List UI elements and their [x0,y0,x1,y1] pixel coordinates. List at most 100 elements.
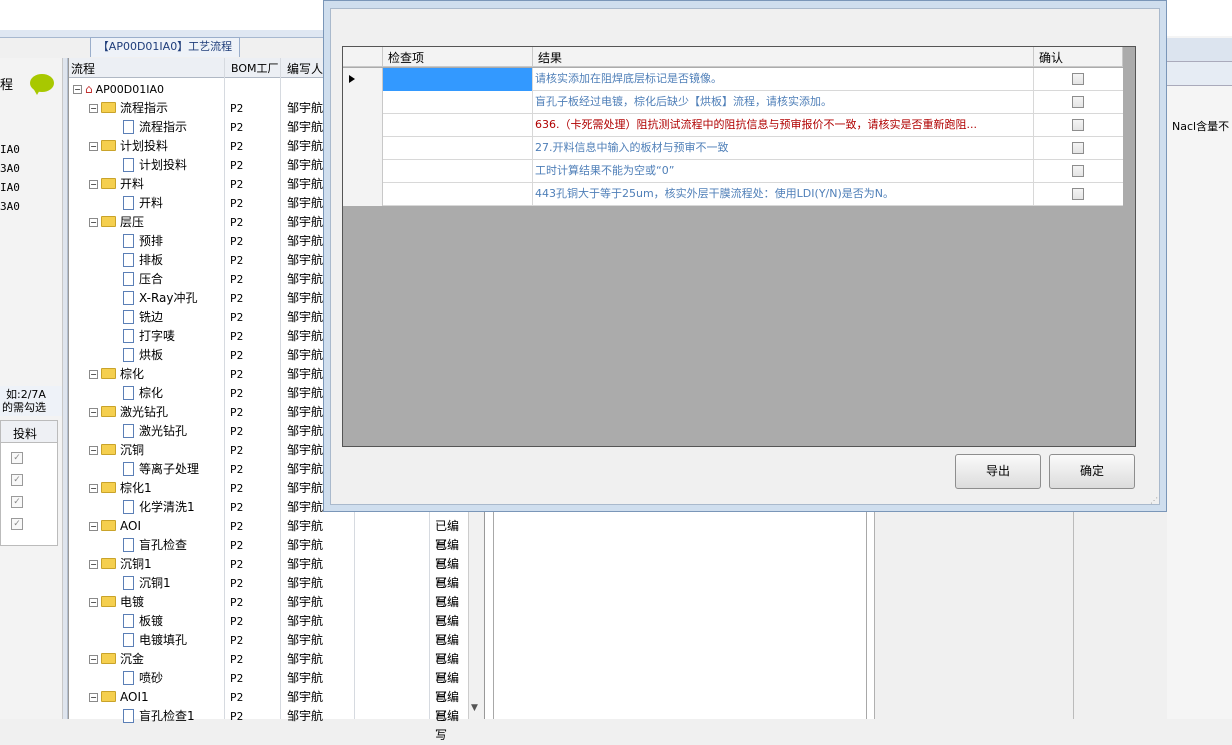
left-grid-checkbox[interactable]: ✓ [11,496,23,508]
tree-row[interactable]: 盲孔检查 P2 邹宇航 已编写 [69,536,469,571]
folder-icon [101,140,116,151]
cell-result[interactable]: 443孔铜大于等于25um，核实外层干膜流程处：使用LDI(Y/N)是否为N。 [533,183,1034,206]
cell-confirm[interactable] [1034,160,1123,183]
tree-root[interactable]: − ⌂ AP00D01IA0 [73,80,164,99]
cell-result[interactable]: 636.（卡死需处理）阻抗测试流程中的阻抗信息与预审报价不一致，请核实是否重新跑… [533,114,1034,137]
left-code: 3A0 [0,162,20,175]
tree-row-label: 铣边 [139,310,164,324]
collapse-icon[interactable]: − [89,408,98,417]
cell-check-item[interactable] [383,68,533,91]
tree-row[interactable]: 沉铜1 P2 邹宇航 已编写 [69,574,469,609]
confirm-checkbox[interactable] [1072,119,1084,131]
main-tab[interactable]: 【AP00D01IA0】工艺流程 [90,37,240,57]
header-flow[interactable]: 流程 [71,60,95,77]
tree-row-label: 排板 [139,253,164,267]
tree-row-author: 邹宇航 [287,329,324,343]
ok-button[interactable]: 确定 [1049,454,1135,489]
cell-confirm[interactable] [1034,183,1123,206]
folder-icon [101,444,116,455]
grid-row[interactable]: 27.开料信息中输入的板材与预审不一致 [343,137,1123,160]
cell-check-item[interactable] [383,91,533,114]
collapse-icon[interactable]: − [89,446,98,455]
left-grid-checkbox[interactable]: ✓ [11,474,23,486]
tree-row-plant: P2 [230,653,244,666]
row-header[interactable] [343,68,383,91]
header-confirm[interactable]: 确认 [1034,47,1123,67]
collapse-icon[interactable]: − [89,522,98,531]
cell-result[interactable]: 27.开料信息中输入的板材与预审不一致 [533,137,1034,160]
document-icon [123,671,134,685]
collapse-icon[interactable]: − [89,598,98,607]
collapse-icon[interactable]: − [89,370,98,379]
header-author[interactable]: 编写人 [287,60,323,77]
cell-check-item[interactable] [383,160,533,183]
tree-row-author: 邹宇航 [287,158,324,172]
tree-row[interactable]: − AOI P2 邹宇航 已编写 [69,517,469,552]
grid-row[interactable]: 请核实添加在阻焊底层标记是否镜像。 [343,68,1123,91]
confirm-checkbox[interactable] [1072,165,1084,177]
scroll-down-icon[interactable]: ▼ [471,703,478,713]
confirm-checkbox[interactable] [1072,73,1084,85]
left-grid-checkbox[interactable]: ✓ [11,518,23,530]
cell-result[interactable]: 请核实添加在阻焊底层标记是否镜像。 [533,68,1034,91]
tree-row-label: 电镀填孔 [139,633,188,647]
collapse-icon[interactable]: − [89,142,98,151]
cell-result[interactable]: 盲孔子板经过电镀，棕化后缺少【烘板】流程，请核实添加。 [533,91,1034,114]
resize-grip-icon[interactable]: ⋰ [1150,496,1158,505]
cell-confirm[interactable] [1034,137,1123,160]
export-button[interactable]: 导出 [955,454,1041,489]
header-result[interactable]: 结果 [533,47,1034,67]
tree-row-label: 等离子处理 [139,462,200,476]
tree-row[interactable]: − 沉铜1 P2 邹宇航 已编写 [69,555,469,590]
tree-row-label: 沉铜1 [139,576,171,590]
tree-row[interactable]: 盲孔检查1 P2 邹宇航 已编写 [69,707,469,742]
row-header[interactable] [343,91,383,114]
grid-row[interactable]: 636.（卡死需处理）阻抗测试流程中的阻抗信息与预审报价不一致，请核实是否重新跑… [343,114,1123,137]
grid-row[interactable]: 盲孔子板经过电镀，棕化后缺少【烘板】流程，请核实添加。 [343,91,1123,114]
confirm-checkbox[interactable] [1072,142,1084,154]
row-header[interactable] [343,160,383,183]
cell-check-item[interactable] [383,114,533,137]
collapse-icon[interactable]: − [73,85,82,94]
cell-confirm[interactable] [1034,91,1123,114]
confirm-checkbox[interactable] [1072,96,1084,108]
tree-row[interactable]: 喷砂 P2 邹宇航 已编写 [69,669,469,704]
row-header[interactable] [343,114,383,137]
tree-row-plant: P2 [230,672,244,685]
left-code: IA0 [0,181,20,194]
row-header[interactable] [343,183,383,206]
cell-result[interactable]: 工时计算结果不能为空或“0” [533,160,1034,183]
tree-row[interactable]: − 电镀 P2 邹宇航 已编写 [69,593,469,628]
grid-row[interactable]: 443孔铜大于等于25um，核实外层干膜流程处：使用LDI(Y/N)是否为N。 [343,183,1123,206]
left-grid-header: 投料 [1,421,57,443]
tree-row[interactable]: 板镀 P2 邹宇航 已编写 [69,612,469,647]
tree-row-plant: P2 [230,311,244,324]
row-header[interactable] [343,137,383,160]
header-bom-plant[interactable]: BOM工厂 [231,60,279,76]
document-icon [123,348,134,362]
tree-row[interactable]: − 沉金 P2 邹宇航 已编写 [69,650,469,685]
collapse-icon[interactable]: − [89,484,98,493]
collapse-icon[interactable]: − [89,218,98,227]
collapse-icon[interactable]: − [89,104,98,113]
cell-check-item[interactable] [383,183,533,206]
collapse-icon[interactable]: − [89,655,98,664]
header-check-item[interactable]: 检查项 [383,47,533,67]
cell-check-item[interactable] [383,137,533,160]
collapse-icon[interactable]: − [89,693,98,702]
tree-row[interactable]: 电镀填孔 P2 邹宇航 已编写 [69,631,469,666]
folder-icon [101,102,116,113]
cell-confirm[interactable] [1034,114,1123,137]
tree-row-plant: P2 [230,330,244,343]
left-grid-checkbox[interactable]: ✓ [11,452,23,464]
tree-row-author: 邹宇航 [287,101,324,115]
collapse-icon[interactable]: − [89,560,98,569]
confirm-checkbox[interactable] [1072,188,1084,200]
tree-row-author: 邹宇航 [287,595,324,609]
grid-row[interactable]: 工时计算结果不能为空或“0” [343,160,1123,183]
document-icon [123,424,134,438]
cell-confirm[interactable] [1034,68,1123,91]
tree-row-label: AOI [120,519,141,533]
collapse-icon[interactable]: − [89,180,98,189]
tree-row[interactable]: − AOI1 P2 邹宇航 已编写 [69,688,469,723]
